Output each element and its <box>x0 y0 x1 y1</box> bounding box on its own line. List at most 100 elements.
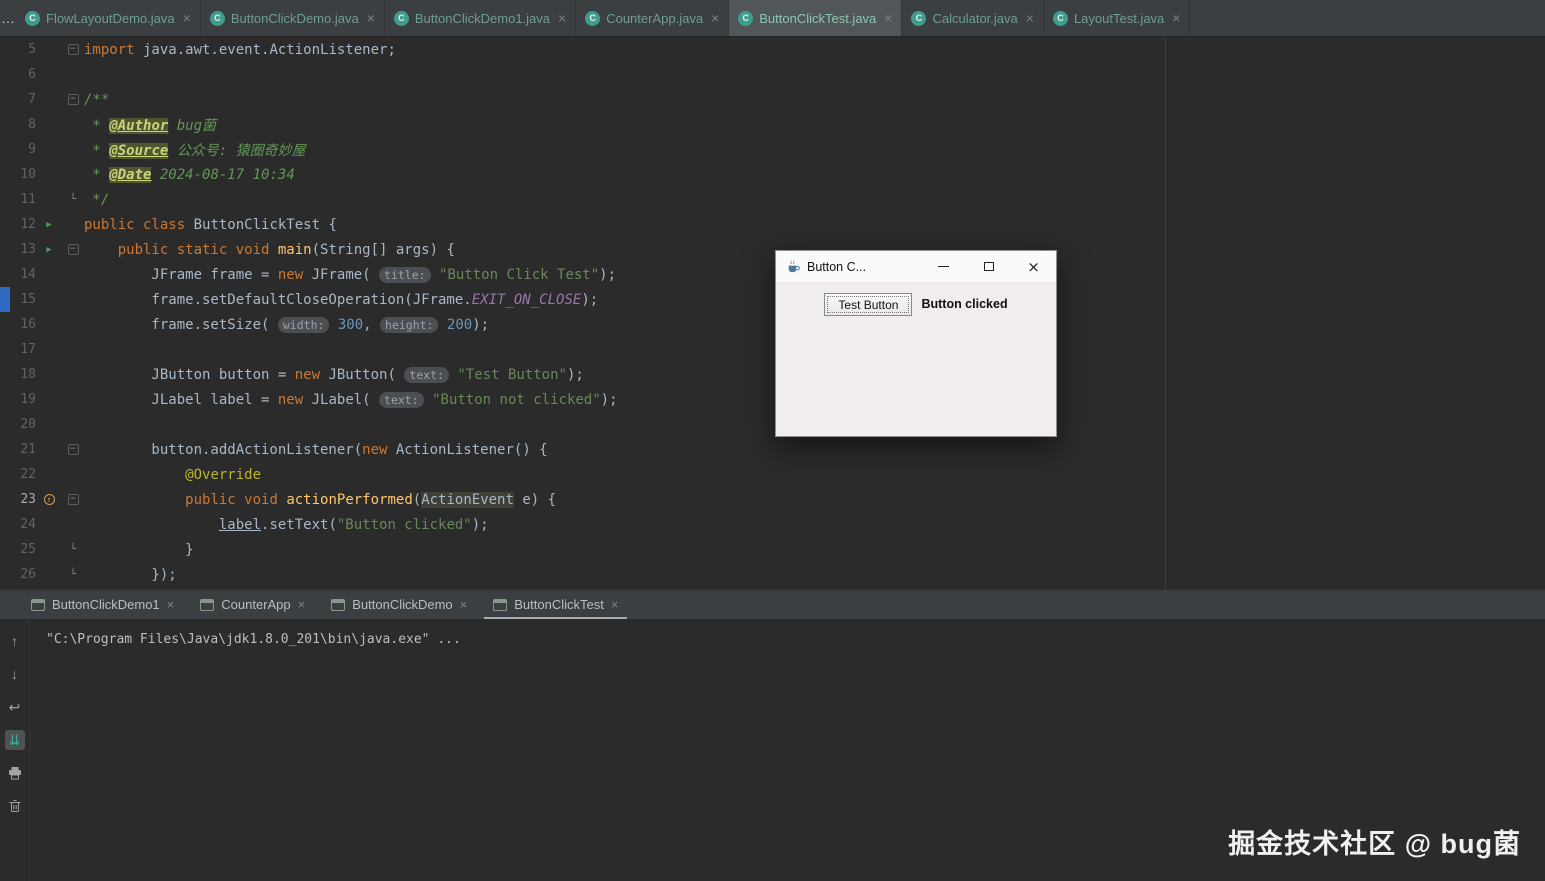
run-icon[interactable]: ▶ <box>46 220 51 230</box>
java-class-icon: C <box>393 10 409 26</box>
minimize-button[interactable] <box>921 251 966 282</box>
editor[interactable]: 5− import java.awt.event.ActionListener; 6… <box>0 37 1545 589</box>
code-line[interactable]: 7 −/** <box>0 87 1545 112</box>
fold-end-icon[interactable]: └ <box>70 544 76 555</box>
code-line[interactable]: 21 − button.addActionListener(new ActionL… <box>0 437 1545 462</box>
code-line[interactable]: 5 − import java.awt.event.ActionListener; <box>0 37 1545 62</box>
fold-collapse-icon[interactable]: − <box>67 44 79 55</box>
tab-Calculator.java[interactable]: C Calculator.java × <box>902 0 1044 36</box>
code-token: label <box>218 516 262 533</box>
code-line[interactable]: 11 └ */ <box>0 187 1545 212</box>
code-token: text: <box>379 391 424 408</box>
tab-close-icon[interactable]: × <box>183 10 191 26</box>
java-cup-icon <box>785 259 800 274</box>
close-button[interactable]: × <box>1011 251 1056 282</box>
fold-end-icon[interactable]: └ <box>70 569 76 580</box>
up-arrow-icon[interactable]: ↑ <box>5 631 25 651</box>
tab-close-icon[interactable]: × <box>711 10 719 26</box>
code-token: @Override <box>185 466 262 483</box>
code-token: "Button Click Test" <box>439 266 600 283</box>
fold-collapse-icon[interactable]: − <box>67 94 79 105</box>
run-tab-close-icon[interactable]: × <box>611 597 619 612</box>
code-line[interactable]: 6 <box>0 62 1545 87</box>
clear-icon[interactable] <box>5 796 25 816</box>
code-token: */ <box>84 191 110 208</box>
tab-close-icon[interactable]: × <box>1026 10 1034 26</box>
fold-collapse-icon[interactable]: − <box>67 444 79 455</box>
maximize-button[interactable] <box>966 251 1011 282</box>
code-token: "Test Button" <box>457 366 567 383</box>
tab-close-icon[interactable]: × <box>558 10 566 26</box>
code-line[interactable]: 13 ▶ − public static void main(String[] ar… <box>0 237 1545 262</box>
code-line[interactable]: 9 * @Source 公众号: 猿圈奇妙屋 <box>0 137 1545 162</box>
line-number: 23 <box>20 492 36 507</box>
code-token: button.addActionListener( <box>84 441 363 458</box>
tab-ButtonClickDemo.java[interactable]: C ButtonClickDemo.java × <box>201 0 385 36</box>
tab-CounterApp.java[interactable]: C CounterApp.java × <box>576 0 730 36</box>
tab-ButtonClickDemo1.java[interactable]: C ButtonClickDemo1.java × <box>385 0 577 36</box>
code-line[interactable]: 22 @Override <box>0 462 1545 487</box>
code-line[interactable]: 10 * @Date 2024-08-17 10:34 <box>0 162 1545 187</box>
code-text: */ <box>84 192 109 208</box>
dialog-titlebar[interactable]: Button C... × <box>776 251 1056 282</box>
print-icon[interactable] <box>5 763 25 783</box>
code-line[interactable]: 20 <box>0 412 1545 437</box>
run-tab-close-icon[interactable]: × <box>167 597 175 612</box>
code-token: /** <box>84 91 110 108</box>
code-line[interactable]: 23 ↑ − public void actionPerformed(ActionE… <box>0 487 1545 512</box>
tab-label: ButtonClickDemo.java <box>230 10 359 26</box>
soft-wrap-icon[interactable]: ↩ <box>5 697 25 717</box>
run-tab-label: ButtonClickDemo <box>352 597 453 612</box>
gutter-selection-mark <box>0 287 10 312</box>
test-button[interactable]: Test Button <box>824 293 913 316</box>
run-tab-CounterApp[interactable]: CounterApp × <box>187 590 318 619</box>
code-line[interactable]: 12 ▶ public class ButtonClickTest { <box>0 212 1545 237</box>
run-tab-close-icon[interactable]: × <box>298 597 306 612</box>
override-icon[interactable]: ↑ <box>43 494 55 505</box>
code-token: 2024-08-17 10:34 <box>151 166 295 183</box>
run-tab-ButtonClickTest[interactable]: ButtonClickTest × <box>480 590 631 619</box>
down-arrow-icon[interactable]: ↓ <box>5 664 25 684</box>
fold-slot: └ <box>62 544 84 555</box>
code-text: } <box>84 542 193 558</box>
run-tab-ButtonClickDemo[interactable]: ButtonClickDemo × <box>318 590 480 619</box>
tab-close-icon[interactable]: × <box>367 10 375 26</box>
fold-collapse-icon[interactable]: − <box>67 244 79 255</box>
code-line[interactable]: 19 JLabel label = new JLabel( text: "But… <box>0 387 1545 412</box>
tab-FlowLayoutDemo.java[interactable]: C FlowLayoutDemo.java × <box>16 0 201 36</box>
fold-slot: └ <box>62 194 84 205</box>
tab-LayoutTest.java[interactable]: C LayoutTest.java × <box>1044 0 1191 36</box>
code-token: public void <box>185 491 278 508</box>
code-line[interactable]: 25 └ } <box>0 537 1545 562</box>
code-line[interactable]: 26 └ }); <box>0 562 1545 587</box>
code-text: * @Date 2024-08-17 10:34 <box>84 166 295 183</box>
fold-end-icon[interactable]: └ <box>70 194 76 205</box>
code-line[interactable]: 24 label.setText("Button clicked"); <box>0 512 1545 537</box>
code-line[interactable]: 18 JButton button = new JButton( text: "… <box>0 362 1545 387</box>
code-token: (String[] args) { <box>311 241 455 258</box>
code-token: * <box>84 117 110 134</box>
fold-slot: − <box>62 444 84 455</box>
swing-dialog[interactable]: Button C... × Test Button Button clicked <box>775 250 1057 437</box>
code-text: JButton button = new JButton( text: "Tes… <box>84 366 584 383</box>
code-line[interactable]: 17 <box>0 337 1545 362</box>
code-line[interactable]: 14 JFrame frame = new JFrame( title: "Bu… <box>0 262 1545 287</box>
tab-overflow-indicator[interactable]: … <box>0 0 16 36</box>
tab-ButtonClickTest.java[interactable]: C ButtonClickTest.java × <box>729 0 903 36</box>
tab-close-icon[interactable]: × <box>1172 10 1180 26</box>
code-token: ); <box>581 291 599 308</box>
code-line[interactable]: 8 * @Author bug菌 <box>0 112 1545 137</box>
run-tab-ButtonClickDemo1[interactable]: ButtonClickDemo1 × <box>18 590 187 619</box>
code-token: JLabel( <box>303 391 380 408</box>
line-number: 6 <box>28 67 36 82</box>
code-token: }); <box>84 566 177 583</box>
scroll-to-end-icon[interactable]: ⇊ <box>4 730 25 750</box>
fold-collapse-icon[interactable]: − <box>67 494 79 505</box>
run-tab-close-icon[interactable]: × <box>460 597 468 612</box>
run-icon[interactable]: ▶ <box>46 245 51 255</box>
console-output[interactable]: "C:\Program Files\Java\jdk1.8.0_201\bin\… <box>30 619 461 881</box>
code-line[interactable]: 15 frame.setDefaultCloseOperation(JFrame… <box>0 287 1545 312</box>
tab-close-icon[interactable]: × <box>884 10 892 26</box>
code-line[interactable]: 16 frame.setSize( width: 300, height: 20… <box>0 312 1545 337</box>
